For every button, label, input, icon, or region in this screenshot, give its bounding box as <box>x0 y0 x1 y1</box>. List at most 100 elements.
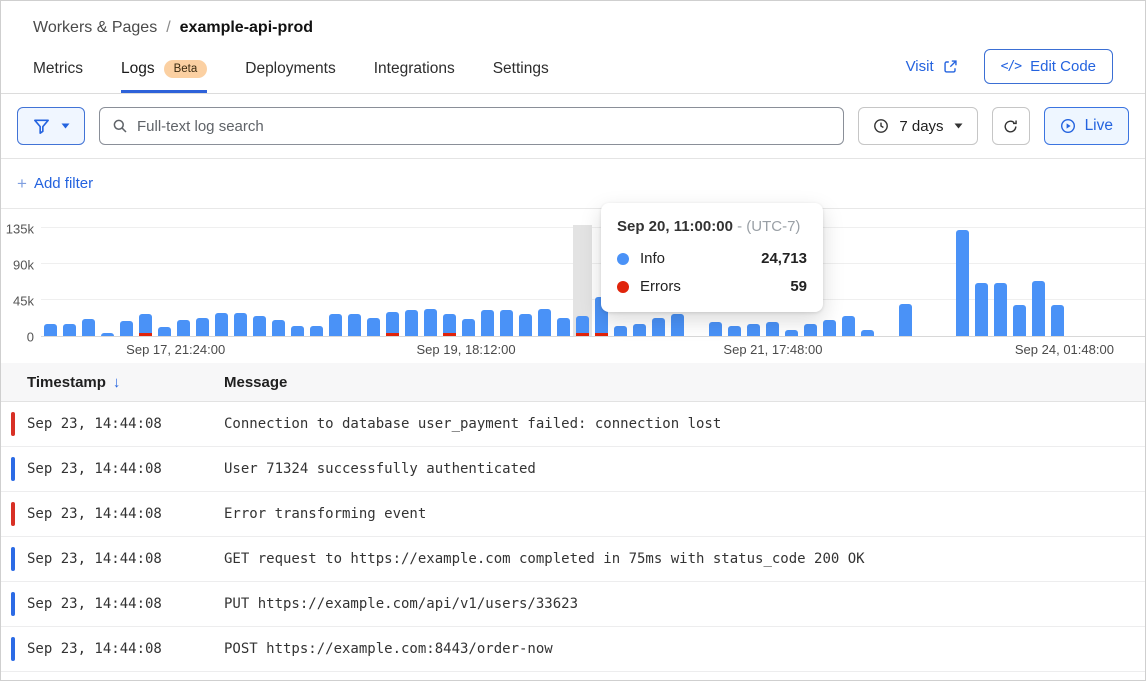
chart-bar[interactable] <box>405 310 418 336</box>
chart-bar[interactable] <box>766 322 779 336</box>
tooltip-series-label: Errors <box>640 278 681 295</box>
visit-link[interactable]: Visit <box>906 58 958 75</box>
chart-bar-slot <box>497 225 516 336</box>
chart-bar[interactable] <box>652 318 665 336</box>
breadcrumb-section[interactable]: Workers & Pages <box>33 19 157 37</box>
chart-bar[interactable] <box>1051 305 1064 336</box>
chart-bar[interactable] <box>519 314 532 336</box>
chart-bar[interactable] <box>424 309 437 336</box>
chart-bar[interactable] <box>1032 281 1045 336</box>
chart-bar[interactable] <box>728 326 741 336</box>
chart-bar-error-segment <box>386 333 399 336</box>
chart-bar-slot <box>98 225 117 336</box>
chart-bar[interactable] <box>576 316 589 336</box>
chart-bar-slot <box>60 225 79 336</box>
tab-integrations[interactable]: Integrations <box>374 47 455 93</box>
chart-bar[interactable] <box>101 333 114 336</box>
table-row[interactable]: Sep 23, 14:44:08PUT https://example.com/… <box>1 582 1145 627</box>
tab-metrics[interactable]: Metrics <box>33 47 83 93</box>
filter-dropdown-button[interactable] <box>17 107 85 145</box>
table-row[interactable]: Sep 23, 14:44:08GET request to https://e… <box>1 537 1145 582</box>
tab-logs[interactable]: Logs Beta <box>121 47 207 93</box>
workers-logs-page: Workers & Pages / example-api-prod Metri… <box>0 0 1146 681</box>
chart-bar[interactable] <box>177 320 190 336</box>
edit-code-button[interactable]: </> Edit Code <box>984 49 1113 84</box>
chart-bar-slot <box>326 225 345 336</box>
chart-bar-slot <box>79 225 98 336</box>
chart-bar[interactable] <box>975 283 988 336</box>
chart-bar[interactable] <box>329 314 342 336</box>
log-message: GET request to https://example.com compl… <box>224 551 1145 567</box>
live-button[interactable]: Live <box>1044 107 1129 145</box>
search-input[interactable] <box>137 118 831 135</box>
chart-bar[interactable] <box>861 330 874 336</box>
chart-bar[interactable] <box>253 316 266 336</box>
chart-bar[interactable] <box>272 320 285 336</box>
table-row[interactable]: Sep 23, 14:44:08Connection to database u… <box>1 402 1145 447</box>
beta-badge: Beta <box>164 60 208 78</box>
chart-bar[interactable] <box>500 310 513 336</box>
play-circle-icon <box>1060 118 1076 134</box>
chart-bar[interactable] <box>82 319 95 336</box>
tab-deployments[interactable]: Deployments <box>245 47 335 93</box>
tab-bar: Metrics Logs Beta Deployments Integratio… <box>1 47 1145 94</box>
chart-bar[interactable] <box>956 230 969 336</box>
chart-bar[interactable] <box>994 283 1007 336</box>
chart-bar[interactable] <box>386 312 399 336</box>
chart-bar[interactable] <box>120 321 133 336</box>
chart-bar[interactable] <box>367 318 380 336</box>
chart-bar[interactable] <box>158 327 171 336</box>
chart-bar-slot <box>915 225 934 336</box>
refresh-button[interactable] <box>992 107 1030 145</box>
chart-bar[interactable] <box>538 309 551 336</box>
chart-bar[interactable] <box>139 314 152 336</box>
chart-bar[interactable] <box>215 313 228 336</box>
chart-bar[interactable] <box>842 316 855 336</box>
time-range-dropdown[interactable]: 7 days <box>858 107 977 145</box>
chart-bar[interactable] <box>785 330 798 336</box>
y-axis-label: 0 <box>27 330 34 345</box>
chart-bar[interactable] <box>44 324 57 336</box>
chart-bar[interactable] <box>633 324 646 336</box>
chart-bar[interactable] <box>63 324 76 336</box>
tab-metrics-label: Metrics <box>33 60 83 78</box>
chart-bar[interactable] <box>348 314 361 336</box>
tab-deployments-label: Deployments <box>245 60 335 78</box>
tooltip-series-value: 24,713 <box>761 250 807 267</box>
chart-bar[interactable] <box>899 304 912 336</box>
chart-bar[interactable] <box>481 310 494 336</box>
log-message: User 71324 successfully authenticated <box>224 461 1145 477</box>
column-header-message: Message <box>224 374 287 391</box>
chart-bar-error-segment <box>443 333 456 336</box>
chart-bar[interactable] <box>462 319 475 336</box>
tab-settings-label: Settings <box>493 60 549 78</box>
chart-bar[interactable] <box>614 326 627 336</box>
table-row[interactable]: Sep 23, 14:44:08POST https://example.com… <box>1 627 1145 672</box>
tooltip-series-value: 59 <box>790 278 807 295</box>
add-filter-button[interactable]: + Add filter <box>17 174 93 194</box>
breadcrumb: Workers & Pages / example-api-prod <box>1 1 1145 37</box>
tooltip-series-list: Info24,713Errors59 <box>617 250 807 295</box>
table-row[interactable]: Sep 23, 14:44:08User 71324 successfully … <box>1 447 1145 492</box>
table-row[interactable]: Sep 23, 14:44:08Error transforming event <box>1 492 1145 537</box>
chart-bar[interactable] <box>747 324 760 336</box>
chart-bar[interactable] <box>291 326 304 336</box>
chart-bar[interactable] <box>557 318 570 336</box>
tooltip-series-row: Errors 59 <box>617 278 807 295</box>
column-header-timestamp[interactable]: Timestamp ↓ <box>27 374 224 391</box>
chart-bar[interactable] <box>823 320 836 336</box>
chart-bar-slot <box>193 225 212 336</box>
tooltip-title: Sep 20, 11:00:00 - (UTC-7) <box>617 218 807 235</box>
chart-bar[interactable] <box>234 313 247 336</box>
chart-bar[interactable] <box>804 324 817 336</box>
chart-bar-slot <box>535 225 554 336</box>
chart-bar[interactable] <box>310 326 323 336</box>
chart-bar-slot <box>117 225 136 336</box>
chart-bar[interactable] <box>1013 305 1026 336</box>
timestamp-header-label: Timestamp <box>27 374 106 391</box>
chart-bar[interactable] <box>671 314 684 336</box>
chart-bar[interactable] <box>443 314 456 336</box>
tab-settings[interactable]: Settings <box>493 47 549 93</box>
chart-bar[interactable] <box>196 318 209 336</box>
chart-bar[interactable] <box>709 322 722 336</box>
